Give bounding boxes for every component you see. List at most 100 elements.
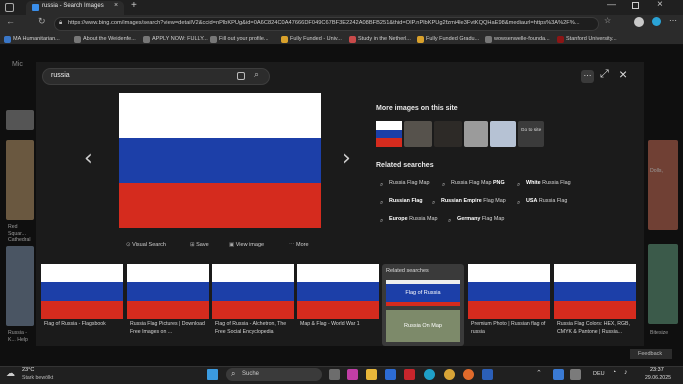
mcafee-icon[interactable]	[404, 369, 415, 380]
clock-time[interactable]: 23:37	[650, 367, 664, 373]
related-chip[interactable]: ⌕ Russia Flag Map PNG	[442, 177, 505, 189]
edge-icon[interactable]	[652, 17, 661, 26]
thumb-flag[interactable]	[41, 264, 123, 319]
related-chip[interactable]: ⌕ Russian Flag	[380, 195, 423, 207]
speaker-icon[interactable]: ♪	[624, 369, 628, 376]
search-box[interactable]: russia ⌕	[42, 68, 270, 85]
search-icon: ⌕	[517, 200, 521, 206]
bg-caption: Russia - K... Help	[8, 330, 28, 343]
thumb-flag[interactable]	[127, 264, 209, 319]
thumb-white	[212, 264, 294, 282]
star-icon[interactable]: ☆	[604, 16, 611, 25]
thumb-white	[297, 264, 379, 282]
view-image-button[interactable]: ▣ View image	[229, 242, 264, 248]
bookmark-2[interactable]: APPLY NOW: FULLY...	[143, 34, 208, 45]
thumb-red	[554, 301, 636, 319]
bookmark-4[interactable]: Fully Funded - Univ...	[281, 34, 342, 45]
search-input[interactable]: russia	[51, 72, 70, 79]
tray-app-icon[interactable]	[570, 369, 581, 380]
site-thumb-flag[interactable]	[376, 121, 402, 147]
search-icon[interactable]: ⌕	[254, 69, 259, 80]
visual-search-icon[interactable]	[237, 72, 245, 80]
bookmark-6[interactable]: Fully Funded Gradu...	[417, 34, 479, 45]
windows-start-icon[interactable]	[207, 369, 218, 380]
thumb-blue	[41, 282, 123, 301]
previous-image-arrow[interactable]: ‹	[84, 146, 93, 171]
tray-app-icon[interactable]	[553, 369, 564, 380]
bookmark-3[interactable]: Fill out your profile...	[210, 34, 269, 45]
edge-taskbar-icon[interactable]	[424, 369, 435, 380]
related-chip[interactable]: ⌕ White Russia Flag	[517, 177, 571, 189]
tray-chevron-icon[interactable]: ⌃	[536, 369, 542, 377]
language-indicator[interactable]: DEU	[593, 371, 605, 377]
address-bar[interactable]: 🔒︎ https://www.bing.com/images/search?vi…	[54, 17, 599, 31]
save-button[interactable]: ⊞ Save	[190, 242, 209, 248]
related-chip[interactable]: ⌕ Europe Russia Map	[380, 213, 438, 225]
thumb-caption: Russia Flag Colors: HEX, RGB, CMYK & Pan…	[557, 321, 630, 335]
thumb-white	[127, 264, 209, 282]
site-thumb[interactable]	[490, 121, 516, 147]
site-thumb[interactable]	[434, 121, 462, 147]
reload-icon[interactable]: ↻	[38, 16, 46, 27]
thumb-flag[interactable]	[554, 264, 636, 319]
more-options-button[interactable]: ⋯	[581, 70, 594, 83]
thumb-flag[interactable]	[212, 264, 294, 319]
related-chip[interactable]: ⌕ Russian Empire Flag Map	[432, 195, 506, 207]
menu-dots-icon[interactable]: ⋯	[669, 16, 677, 25]
bookmark-7[interactable]: wowsenwelle-founda...	[485, 34, 550, 45]
taskbar-search[interactable]: ⌕ Suche	[226, 368, 322, 381]
related-chip[interactable]: ⌕ Germany Flag Map	[448, 213, 504, 225]
bookmark-0[interactable]: MA Humanitarian...	[4, 34, 60, 45]
maximize-icon[interactable]	[632, 2, 639, 9]
go-to-site-button[interactable]: Go to site	[518, 121, 544, 147]
thumb-flag[interactable]	[297, 264, 379, 319]
firefox-icon[interactable]	[463, 369, 474, 380]
feedback-button[interactable]: Feedback	[630, 349, 672, 359]
close-tab-icon[interactable]: ×	[114, 2, 118, 9]
visual-search-button[interactable]: ⊙ Visual Search	[126, 242, 166, 248]
app-icon[interactable]	[385, 369, 396, 380]
new-tab-icon[interactable]: +	[131, 0, 137, 11]
weather-desc: Stark bewölkt	[22, 375, 54, 381]
browser-tab[interactable]: russia - Search Images ×	[26, 1, 124, 15]
minimize-icon[interactable]: —	[607, 0, 616, 9]
site-thumb[interactable]	[464, 121, 488, 147]
more-images-title: More images on this site	[376, 105, 458, 112]
word-icon[interactable]	[482, 369, 493, 380]
related-chip[interactable]: ⌕ Russia Flag Map	[380, 177, 429, 189]
back-icon[interactable]: ←	[6, 16, 15, 26]
bg-result-image	[648, 140, 678, 230]
profile-avatar[interactable]	[634, 17, 644, 27]
mini-flag-blue	[376, 130, 402, 138]
thumb-caption: Russia Flag Pictures | Download Free Ima…	[130, 321, 205, 335]
wifi-icon[interactable]: ◔	[612, 369, 616, 376]
weather-temp[interactable]: 23°C	[22, 367, 34, 373]
related-flag-of-russia[interactable]: Flag of Russia	[386, 280, 460, 306]
related-chip[interactable]: ⌕ USA Russia Flag	[517, 195, 567, 207]
thumb-flag[interactable]	[468, 264, 550, 319]
related-russia-on-map[interactable]: Russia On Map	[386, 310, 460, 342]
chrome-icon[interactable]	[444, 369, 455, 380]
thumb-white	[41, 264, 123, 282]
window-icon[interactable]	[5, 3, 14, 12]
colorful-app-icon[interactable]	[347, 369, 358, 380]
taskbar-search-text: Suche	[242, 371, 260, 377]
expand-icon[interactable]: ⤢	[600, 68, 609, 81]
close-overlay-icon[interactable]: ×	[619, 66, 627, 82]
task-view-icon[interactable]	[329, 369, 340, 380]
next-image-arrow[interactable]: ›	[342, 146, 351, 171]
weather-icon[interactable]: ☁	[6, 368, 15, 379]
bg-result-image	[6, 246, 34, 326]
related-searches-panel: Related searches Flag of Russia Russia O…	[382, 264, 464, 346]
main-flag-image[interactable]	[119, 93, 321, 228]
more-button[interactable]: ⋯ More	[289, 242, 309, 248]
file-explorer-icon[interactable]	[366, 369, 377, 380]
search-icon: ⌕	[442, 182, 446, 188]
bg-caption: Bitesize	[650, 330, 669, 336]
bookmark-5[interactable]: Study in the Netherl...	[349, 34, 411, 45]
close-window-icon[interactable]: ×	[657, 0, 663, 10]
bookmark-1[interactable]: About the Weidenfe...	[74, 34, 136, 45]
site-thumb[interactable]	[404, 121, 432, 147]
bookmark-8[interactable]: Stanford University...	[557, 34, 617, 45]
url-text: https://www.bing.com/images/search?view=…	[68, 20, 580, 26]
